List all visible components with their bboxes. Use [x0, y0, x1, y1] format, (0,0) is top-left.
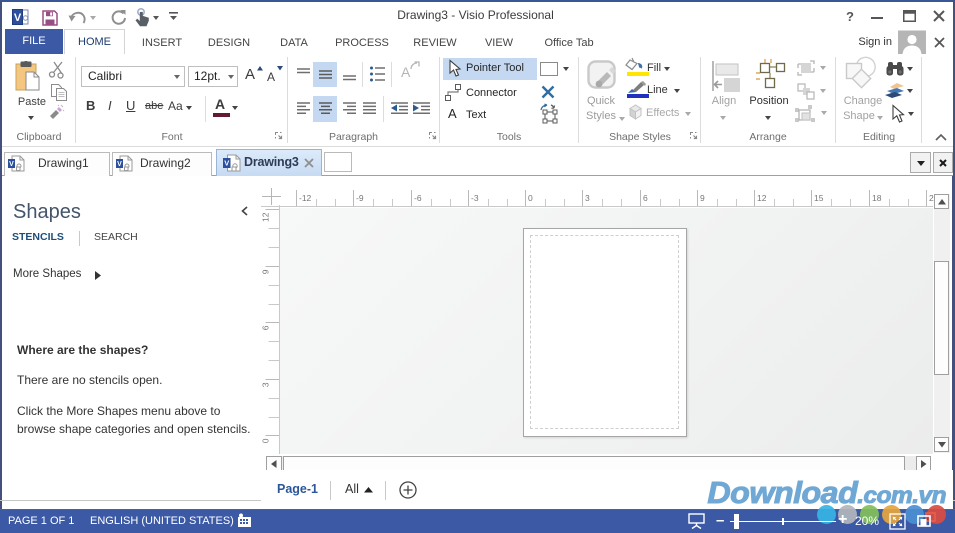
- svg-text:9: 9: [261, 269, 271, 274]
- svg-text:-12: -12: [299, 193, 312, 203]
- svg-text:V: V: [9, 161, 14, 168]
- svg-text:0: 0: [261, 438, 271, 443]
- svg-text:0: 0: [528, 193, 533, 203]
- svg-text:12: 12: [261, 212, 271, 222]
- svg-text:6: 6: [643, 193, 648, 203]
- svg-text:-6: -6: [414, 193, 422, 203]
- svg-text:-9: -9: [356, 193, 364, 203]
- svg-text:15: 15: [814, 193, 824, 203]
- svg-text:-3: -3: [471, 193, 479, 203]
- svg-text:3: 3: [585, 193, 590, 203]
- svg-text:9: 9: [700, 193, 705, 203]
- svg-text:3: 3: [261, 382, 271, 387]
- svg-text:6: 6: [261, 325, 271, 330]
- svg-text:18: 18: [872, 193, 882, 203]
- svg-text:V: V: [224, 159, 229, 168]
- svg-text:V: V: [117, 161, 122, 168]
- svg-text:12: 12: [757, 193, 767, 203]
- svg-text:V: V: [14, 12, 22, 24]
